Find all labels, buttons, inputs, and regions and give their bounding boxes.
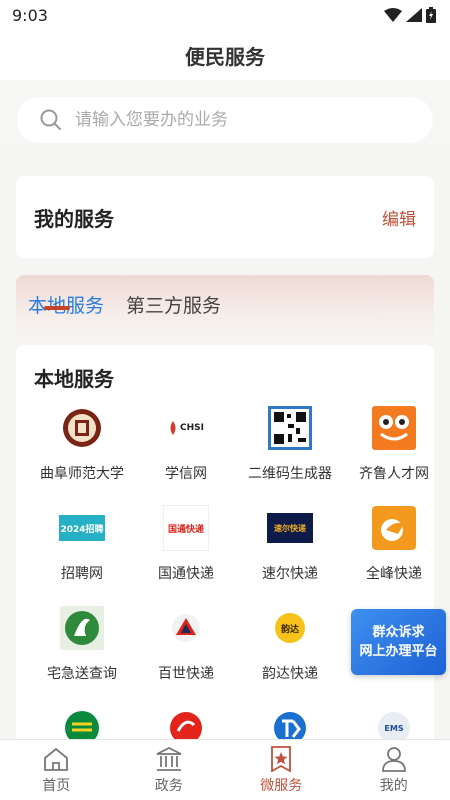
nav-item-home[interactable]: 首页 <box>0 740 113 800</box>
yunda-logo-icon: 韵达 <box>267 605 313 651</box>
nav-label: 我的 <box>379 777 408 794</box>
nav-label: 政务 <box>154 777 183 794</box>
nav-item-micro-services[interactable]: 微服务 <box>225 740 338 800</box>
service-item-suer[interactable]: 速尔快递 速尔快递 <box>238 505 342 595</box>
service-label: 招聘网 <box>61 566 103 582</box>
service-item-qufu-university[interactable]: 曲阜师范大学 <box>30 405 134 495</box>
search-input[interactable] <box>75 110 395 130</box>
tab-third-party-services[interactable]: 第三方服务 <box>126 291 221 331</box>
zjs-logo-icon <box>59 605 105 651</box>
service-item-best[interactable]: 百世快递 <box>134 605 238 695</box>
local-services-title: 本地服务 <box>34 367 114 391</box>
service-label: 全峰快递 <box>366 566 422 582</box>
service-label: 学信网 <box>165 466 207 482</box>
ems-logo-text: EMS <box>384 723 404 733</box>
edit-button[interactable]: 编辑 <box>382 205 416 230</box>
service-item-yunda[interactable]: 韵达 韵达快递 <box>238 605 342 695</box>
nav-item-mine[interactable]: 我的 <box>338 740 450 800</box>
service-label: 国通快递 <box>158 566 214 582</box>
quanfeng-logo-icon <box>371 505 417 551</box>
status-time: 9:03 <box>12 5 48 25</box>
suer-logo-icon: 速尔快递 <box>267 513 313 543</box>
active-tab-indicator <box>44 306 70 310</box>
user-icon <box>381 746 406 772</box>
service-item-zjs[interactable]: 宅急送查询 <box>30 605 134 695</box>
guotong-logo-icon: 国通快递 <box>163 505 209 551</box>
signal-icon <box>406 8 422 22</box>
page-title: 便民服务 <box>185 44 265 69</box>
service-item-qr-generator[interactable]: 二维码生成器 <box>238 405 342 495</box>
tab-local-services[interactable]: 本地服务 <box>28 291 104 331</box>
frog-logo-icon <box>371 405 417 451</box>
service-item-guotong[interactable]: 国通快递 国通快递 <box>134 505 238 595</box>
service-label: 韵达快递 <box>262 666 318 682</box>
nav-item-government[interactable]: 政务 <box>113 740 226 800</box>
my-services-title: 我的服务 <box>34 206 114 231</box>
banner-line-1: 群众诉求 <box>372 625 425 640</box>
chsi-logo-icon: CHSI <box>163 405 209 451</box>
battery-icon <box>426 7 436 23</box>
bottom-nav: 首页 政务 微服务 我的 <box>0 739 450 800</box>
best-logo-icon <box>163 605 209 651</box>
status-icons <box>384 7 436 23</box>
chsi-logo-text: CHSI <box>180 423 204 433</box>
nav-label: 微服务 <box>260 777 303 794</box>
suer-logo-text: 速尔快递 <box>274 523 306 533</box>
service-item-recruit[interactable]: 2024招聘 招聘网 <box>30 505 134 595</box>
nav-label: 首页 <box>42 777 71 794</box>
public-appeal-banner[interactable]: 群众诉求 网上办理平台 <box>351 609 446 675</box>
search-section <box>0 80 450 146</box>
recruit-logo-icon: 2024招聘 <box>59 515 105 541</box>
government-icon <box>156 746 182 771</box>
service-label: 曲阜师范大学 <box>40 466 124 482</box>
service-label: 齐鲁人才网 <box>359 466 429 482</box>
service-tabs: 本地服务 第三方服务 <box>16 275 434 341</box>
search-icon <box>40 109 61 130</box>
service-label: 宅急送查询 <box>47 666 117 682</box>
status-bar: 9:03 <box>0 0 450 30</box>
service-item-qilu-talent[interactable]: 齐鲁人才网 <box>342 405 434 495</box>
banner-line-2: 网上办理平台 <box>359 644 438 659</box>
home-icon <box>44 747 69 771</box>
service-label: 速尔快递 <box>262 566 318 582</box>
service-item-chsi[interactable]: CHSI 学信网 <box>134 405 238 495</box>
service-label: 百世快递 <box>158 666 214 682</box>
search-box[interactable] <box>17 97 433 143</box>
qr-code-icon <box>267 405 313 451</box>
my-services-card: 我的服务 编辑 <box>16 176 434 258</box>
wifi-icon <box>384 8 402 22</box>
guotong-logo-text: 国通快递 <box>167 524 204 535</box>
service-label: 二维码生成器 <box>248 466 332 482</box>
university-seal-icon <box>59 405 105 451</box>
star-badge-icon <box>271 745 292 772</box>
title-bar: 便民服务 <box>0 30 450 80</box>
local-services-card: 本地服务 曲阜师范大学 CHSI 学信网 二维码生成器 齐鲁人才网 2024招聘… <box>16 345 434 755</box>
recruit-logo-text: 2024招聘 <box>60 524 104 535</box>
yunda-logo-text: 韵达 <box>280 624 299 635</box>
service-item-quanfeng[interactable]: 全峰快递 <box>342 505 434 595</box>
